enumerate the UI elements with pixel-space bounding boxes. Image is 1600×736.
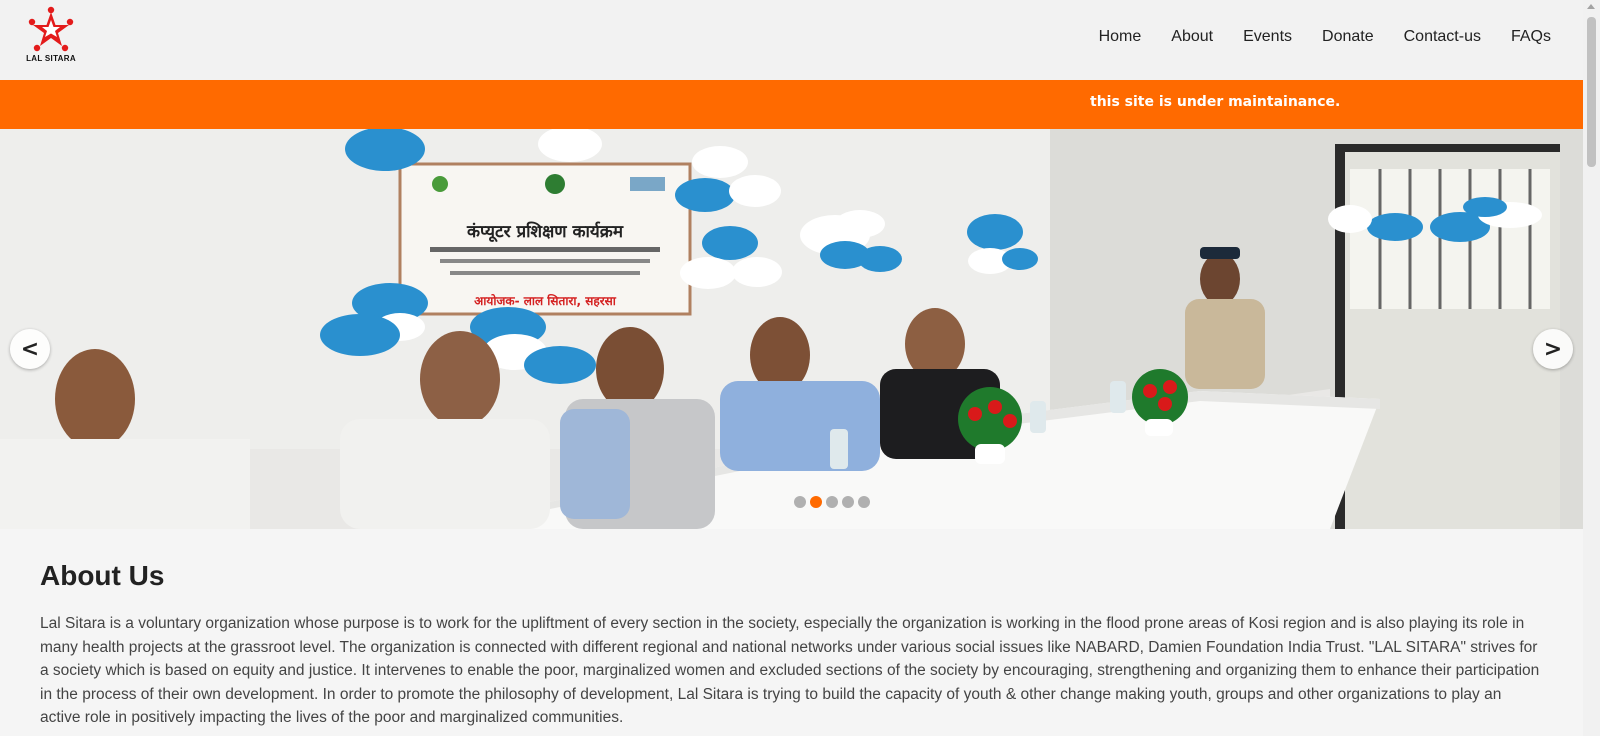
image-slider: कंप्यूटर प्रशिक्षण कार्यक्रम आयोजक- लाल … — [0, 129, 1583, 529]
slider-dot-1[interactable] — [794, 496, 806, 508]
slider-dot-5[interactable] — [858, 496, 870, 508]
scroll-up-icon[interactable] — [1587, 4, 1595, 9]
lal-sitara-star-logo-icon — [28, 6, 74, 52]
slider-dot-4[interactable] — [842, 496, 854, 508]
about-text: Lal Sitara is a voluntary organization w… — [40, 615, 1540, 726]
nav-faqs[interactable]: FAQs — [1511, 28, 1551, 46]
slider-next-button[interactable]: > — [1533, 329, 1573, 369]
nav-home[interactable]: Home — [1099, 28, 1142, 46]
about-section: About Us Lal Sitara is a voluntary organ… — [40, 560, 1540, 730]
maintenance-text: this site is under maintainance. — [1090, 94, 1341, 110]
slider-dots — [794, 496, 870, 508]
logo-text: LAL SITARA — [26, 54, 76, 63]
sign-organizer: आयोजक- लाल सितारा, सहरसा — [474, 294, 617, 308]
slider-dot-2[interactable] — [810, 496, 822, 508]
slider-prev-button[interactable]: < — [10, 329, 50, 369]
nav-donate[interactable]: Donate — [1322, 28, 1374, 46]
about-heading: About Us — [40, 560, 165, 591]
site-header: LAL SITARA Home About Events Donate Cont… — [0, 0, 1583, 80]
slider-dot-3[interactable] — [826, 496, 838, 508]
page-scrollbar[interactable] — [1583, 0, 1600, 736]
maintenance-banner: this site is under maintainance. — [0, 80, 1583, 129]
nav-events[interactable]: Events — [1243, 28, 1292, 46]
main-nav: Home About Events Donate Contact-us FAQs — [1099, 28, 1551, 46]
site-logo[interactable]: LAL SITARA — [22, 6, 80, 66]
sign-title: कंप्यूटर प्रशिक्षण कार्यक्रम — [466, 221, 624, 243]
nav-contact-us[interactable]: Contact-us — [1404, 28, 1481, 46]
slide-photo: कंप्यूटर प्रशिक्षण कार्यक्रम आयोजक- लाल … — [0, 129, 1583, 529]
nav-about[interactable]: About — [1171, 28, 1213, 46]
scroll-thumb[interactable] — [1587, 17, 1596, 167]
